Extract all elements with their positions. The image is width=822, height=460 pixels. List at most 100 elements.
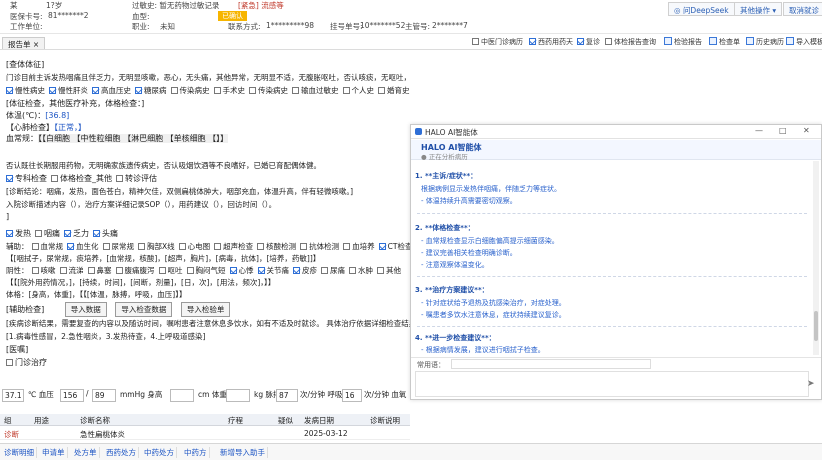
checkbox-icon[interactable] bbox=[31, 267, 39, 274]
minimize-icon[interactable]: — bbox=[755, 126, 763, 135]
diagnosis-conclusion[interactable]: [诊断结论：咽痛，发热，面色苍白，精神欠佳，双侧扁桃体肿大，咽部充血，体温升高，… bbox=[6, 186, 353, 197]
checkbox-checked-icon[interactable] bbox=[529, 38, 536, 45]
bottom-btn-4[interactable]: 中药处方 bbox=[142, 447, 177, 458]
ai-scrollbar[interactable] bbox=[813, 161, 819, 355]
checkbox-icon[interactable] bbox=[102, 243, 110, 250]
checkbox-checked-icon[interactable] bbox=[6, 175, 13, 182]
check-option[interactable]: 皮疹 bbox=[293, 266, 317, 275]
checkbox-icon[interactable] bbox=[377, 267, 384, 274]
option-7[interactable]: 导入模板 bbox=[786, 37, 822, 47]
checkbox-icon[interactable] bbox=[115, 267, 123, 274]
checkbox-icon[interactable] bbox=[35, 230, 42, 237]
checkbox-icon[interactable] bbox=[6, 359, 13, 366]
check-option[interactable]: 咽痛 bbox=[35, 229, 60, 238]
physique-line[interactable]: 体格：[身高，体重]，【【[体温，脉搏，呼吸，血压]】】 bbox=[6, 289, 186, 300]
bottom-btn-3[interactable]: 西药处方 bbox=[104, 447, 139, 458]
medication-line[interactable]: 【【[院外用药情况，]，[持续，时间]，[间断，剂量]，[日，次]，[用法，频次… bbox=[6, 277, 275, 288]
temperature-input[interactable]: 37.1 bbox=[2, 389, 24, 402]
bottom-btn-0[interactable]: 诊断明细 bbox=[2, 447, 37, 458]
blood-routine-line[interactable]: 血常规：【【白细胞 【中性粒细胞 【淋巴细胞 【单核细胞 【】】 bbox=[6, 133, 229, 144]
check-option[interactable]: 专科检查 bbox=[6, 174, 47, 183]
height-input[interactable] bbox=[170, 389, 194, 402]
check-option[interactable]: 心悸 bbox=[229, 266, 254, 275]
treatment-line[interactable]: 门诊治疗 bbox=[6, 357, 47, 368]
checkbox-icon[interactable] bbox=[300, 243, 308, 250]
maximize-icon[interactable]: □ bbox=[779, 126, 787, 135]
checkbox-checked-icon[interactable] bbox=[257, 267, 265, 274]
exam-text[interactable]: [体征检查，其他医疗补充，体格检查：] bbox=[6, 98, 144, 109]
close-icon[interactable]: ✕ bbox=[803, 126, 810, 135]
checkbox-icon[interactable] bbox=[170, 87, 178, 94]
chief-complaint[interactable]: 门诊目前主诉发热咽痛且伴乏力，无明显咳嗽，恶心，无头痛，其他异常，无明显不适，无… bbox=[6, 72, 410, 83]
checkbox-icon[interactable] bbox=[59, 267, 67, 274]
import-lab-button[interactable]: 导入检验单 bbox=[180, 302, 231, 317]
checkbox-icon[interactable] bbox=[292, 87, 299, 94]
checkbox-icon[interactable] bbox=[349, 267, 356, 274]
checkbox-icon[interactable] bbox=[87, 267, 95, 274]
option-4[interactable]: 检验报告 bbox=[664, 37, 702, 47]
ai-assistant-window[interactable]: HALO AI智能体 — □ ✕ HALO AI智能体 ● 正在分析病历 1. … bbox=[410, 124, 822, 400]
checkbox-checked-icon[interactable] bbox=[135, 87, 142, 94]
checkbox-checked-icon[interactable] bbox=[229, 267, 237, 274]
check-option[interactable]: 胸闷气短 bbox=[186, 266, 226, 275]
checkbox-checked-icon[interactable] bbox=[293, 267, 300, 274]
import-exam-button[interactable]: 导入检查数据 bbox=[115, 302, 173, 317]
test-list[interactable]: 【[咽拭子，尿常规，痰培养，[血常规，核酸]，[超声，胸片]，[病毒，抗体]，[… bbox=[6, 253, 320, 264]
checkbox-icon[interactable] bbox=[138, 243, 145, 250]
checkbox-icon[interactable] bbox=[249, 87, 256, 94]
check-option[interactable]: 慢性肝炎 bbox=[49, 86, 88, 95]
option-2[interactable]: 复诊 bbox=[577, 37, 600, 47]
check-option[interactable]: 传染病史 bbox=[249, 86, 288, 95]
option-3[interactable]: 体检报告查询 bbox=[605, 37, 656, 47]
diagnosis-list[interactable]: [1.病毒性感冒，2.急性咽炎，3.发热待查，4.上呼吸道感染] bbox=[6, 331, 205, 342]
checkbox-icon[interactable] bbox=[605, 38, 612, 45]
import-data-button[interactable]: 导入数据 bbox=[64, 302, 107, 317]
respiration-input[interactable]: 16 bbox=[342, 389, 362, 402]
checkbox-icon[interactable] bbox=[257, 243, 265, 250]
check-option[interactable]: 传染病史 bbox=[170, 86, 210, 95]
check-option[interactable]: 咳嗽 bbox=[31, 266, 56, 275]
option-1[interactable]: 西药用药天 bbox=[529, 37, 573, 47]
cancel-visit-button[interactable]: 取消就诊 bbox=[783, 2, 822, 16]
check-option[interactable]: 血培养 bbox=[343, 242, 375, 251]
checkbox-icon[interactable] bbox=[116, 175, 123, 182]
checkbox-icon[interactable] bbox=[378, 87, 385, 94]
checkbox-icon[interactable] bbox=[31, 243, 39, 250]
check-option[interactable]: 高血压史 bbox=[92, 86, 131, 95]
history-text[interactable]: 否认既往长期服用药物，无明确家族遗传病史，否认吸烟饮酒等不良嗜好，已婚已育配偶体… bbox=[6, 160, 321, 171]
bottom-btn-2[interactable]: 处方单 bbox=[72, 447, 100, 458]
option-0[interactable]: 中医门诊病历 bbox=[472, 37, 523, 47]
check-option[interactable]: 手术史 bbox=[213, 86, 245, 95]
check-option[interactable]: 胸部X线 bbox=[138, 242, 175, 251]
check-option[interactable]: 腹痛腹泻 bbox=[115, 266, 155, 275]
check-option[interactable]: 慢性病史 bbox=[6, 86, 45, 95]
checkbox-checked-icon[interactable] bbox=[378, 243, 386, 250]
check-option[interactable]: 心电图 bbox=[178, 242, 210, 251]
ai-titlebar[interactable]: HALO AI智能体 — □ ✕ bbox=[411, 125, 821, 139]
bottom-btn-5[interactable]: 中药方 bbox=[182, 447, 210, 458]
bottom-btn-6[interactable]: 新增导入助手 bbox=[218, 447, 268, 458]
check-option[interactable]: 头痛 bbox=[93, 229, 118, 238]
plan-text[interactable]: 入院诊断描述内容（），治疗方案详细记录SOP（），用药建议（），回访时间（）。 bbox=[6, 199, 276, 210]
checkbox-checked-icon[interactable] bbox=[92, 87, 99, 94]
checkbox-checked-icon[interactable] bbox=[6, 87, 13, 94]
checkbox-icon[interactable] bbox=[51, 175, 58, 182]
check-option[interactable]: 关节痛 bbox=[257, 266, 289, 275]
check-option[interactable]: 尿痛 bbox=[321, 266, 345, 275]
bp-systolic-input[interactable]: 156 bbox=[60, 389, 84, 402]
checkbox-icon[interactable] bbox=[213, 87, 221, 94]
checkbox-icon[interactable] bbox=[342, 87, 350, 94]
check-option[interactable]: 乏力 bbox=[64, 229, 89, 238]
weight-input[interactable] bbox=[226, 389, 250, 402]
check-option[interactable]: 发热 bbox=[6, 229, 31, 238]
check-option[interactable]: 糖尿病 bbox=[135, 86, 167, 95]
check-option[interactable]: 婚育史 bbox=[378, 86, 410, 95]
option-6[interactable]: 历史病历 bbox=[746, 37, 784, 47]
checkbox-checked-icon[interactable] bbox=[64, 230, 71, 237]
send-icon[interactable]: ➤ bbox=[807, 379, 815, 389]
bottom-btn-1[interactable]: 申请单 bbox=[40, 447, 68, 458]
checkbox-icon[interactable] bbox=[178, 243, 186, 250]
check-option[interactable]: 其他 bbox=[377, 266, 401, 275]
check-option[interactable]: 水肿 bbox=[349, 266, 373, 275]
temperature-line[interactable]: 体温(℃)：[36.8] bbox=[6, 110, 69, 121]
